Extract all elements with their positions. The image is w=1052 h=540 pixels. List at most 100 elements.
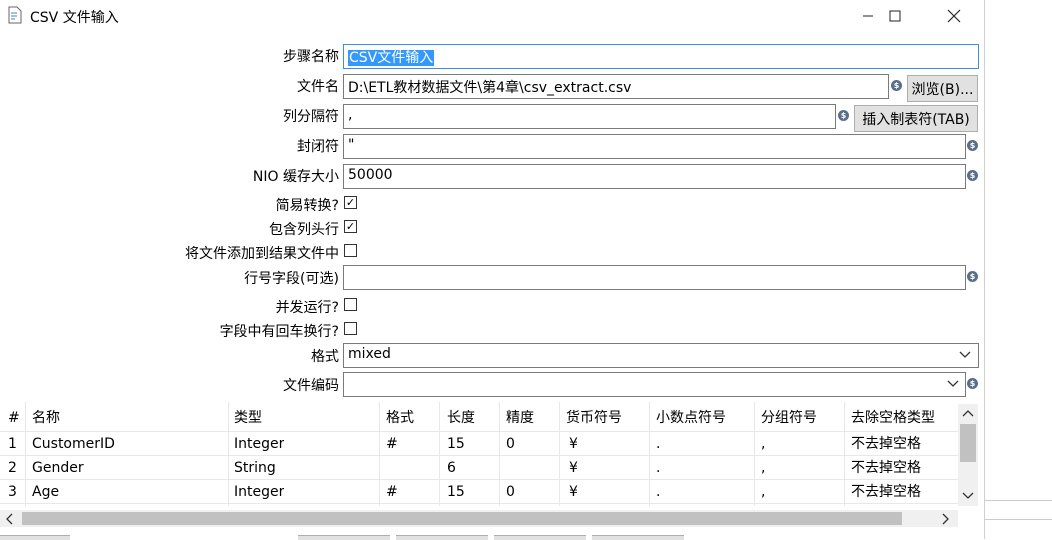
chevron-left-icon[interactable]: [5, 513, 13, 525]
table-cell[interactable]: ¥: [565, 480, 578, 504]
table-cell[interactable]: 15: [443, 432, 465, 456]
maximize-button[interactable]: [872, 0, 918, 32]
document-icon: [8, 6, 22, 24]
title-bar: CSV 文件输入: [0, 0, 985, 32]
table-cell[interactable]: 0: [502, 480, 515, 504]
column-header[interactable]: 类型: [230, 406, 262, 430]
format-select[interactable]: mixed: [343, 343, 979, 368]
chevron-right-icon[interactable]: [942, 513, 950, 525]
parallel-label: 并发运行?: [275, 300, 339, 316]
enclosure-input[interactable]: ": [343, 134, 966, 159]
chevron-down-icon[interactable]: [962, 492, 974, 500]
vertical-scrollbar[interactable]: [958, 404, 978, 506]
variable-icon[interactable]: $: [891, 80, 902, 91]
table-cell[interactable]: .: [652, 432, 660, 456]
filename-label: 文件名: [297, 79, 339, 95]
header-row-checkbox[interactable]: ✓: [344, 220, 357, 233]
chevron-down-icon[interactable]: [959, 350, 971, 360]
table-cell[interactable]: Gender: [28, 456, 84, 480]
footer-button[interactable]: [396, 535, 488, 540]
column-header[interactable]: 去除空格类型: [847, 406, 935, 430]
lazy-conversion-checkbox[interactable]: ✓: [344, 196, 357, 209]
table-cell: 1: [8, 436, 17, 452]
enclosure-label: 封闭符: [297, 139, 339, 155]
window-title: CSV 文件输入: [30, 10, 119, 26]
encoding-select[interactable]: [343, 372, 966, 397]
scrollbar-thumb[interactable]: [960, 424, 976, 462]
table-cell[interactable]: Age: [28, 480, 59, 504]
table-cell[interactable]: 不去掉空格: [847, 480, 921, 504]
window-border: [984, 0, 985, 539]
table-cell[interactable]: 0: [502, 432, 515, 456]
rownum-field-input[interactable]: [343, 265, 966, 290]
footer-button[interactable]: [494, 535, 586, 540]
step-name-input[interactable]: CSV文件输入: [343, 44, 979, 69]
close-icon: [947, 9, 961, 23]
variable-icon[interactable]: $: [967, 140, 978, 151]
table-cell[interactable]: ,: [757, 480, 765, 504]
delimiter-input[interactable]: ,: [343, 104, 836, 129]
footer-button[interactable]: [298, 535, 390, 540]
table-cell[interactable]: String: [230, 456, 276, 480]
variable-icon[interactable]: $: [967, 170, 978, 181]
table-cell[interactable]: [502, 456, 506, 480]
chevron-down-icon[interactable]: [947, 379, 959, 389]
step-name-label: 步骤名称: [283, 49, 339, 65]
column-header[interactable]: 名称: [28, 406, 60, 430]
table-cell[interactable]: ,: [757, 432, 765, 456]
column-header[interactable]: 分组符号: [757, 406, 817, 430]
rownum-field-label: 行号字段(可选): [244, 271, 339, 287]
variable-icon[interactable]: $: [967, 378, 978, 389]
table-cell[interactable]: .: [652, 456, 660, 480]
add-to-result-label: 将文件添加到结果文件中: [185, 246, 339, 262]
footer-button[interactable]: [592, 535, 684, 540]
background-panel: [985, 500, 1052, 520]
filename-input[interactable]: D:\ETL教材数据文件\第4章\csv_extract.csv: [343, 74, 889, 99]
column-header[interactable]: #: [4, 406, 20, 430]
nio-buffer-input[interactable]: 50000: [343, 164, 966, 189]
newline-in-field-checkbox[interactable]: [344, 322, 357, 335]
column-header[interactable]: 长度: [443, 406, 475, 430]
table-cell[interactable]: #: [382, 432, 398, 456]
table-cell[interactable]: [382, 456, 386, 480]
table-cell[interactable]: Integer: [230, 432, 284, 456]
close-button[interactable]: [931, 0, 977, 32]
lazy-conversion-label: 简易转换?: [275, 198, 339, 214]
header-row-label: 包含列头行: [269, 222, 339, 238]
add-to-result-checkbox[interactable]: [344, 244, 357, 257]
table-cell[interactable]: ,: [757, 456, 765, 480]
horizontal-scrollbar[interactable]: [0, 510, 958, 527]
table-cell[interactable]: #: [382, 480, 398, 504]
table-cell[interactable]: CustomerID: [28, 432, 115, 456]
table-cell[interactable]: 不去掉空格: [847, 432, 921, 456]
column-header[interactable]: 格式: [382, 406, 414, 430]
step-name-value: CSV文件输入: [348, 50, 435, 66]
fields-table: # 名称 类型 格式 长度 精度 货币符号 小数点符号 分组符号 去除空格类型 …: [0, 404, 958, 508]
check-icon: ✓: [345, 196, 356, 209]
table-cell: 3: [8, 484, 17, 500]
format-label: 格式: [311, 349, 339, 365]
column-header[interactable]: 精度: [502, 406, 534, 430]
check-icon: ✓: [345, 220, 356, 233]
browse-button[interactable]: 浏览(B)...: [907, 75, 978, 102]
variable-icon[interactable]: $: [838, 110, 849, 121]
table-cell[interactable]: Integer: [230, 480, 284, 504]
scrollbar-thumb[interactable]: [22, 512, 902, 525]
table-cell[interactable]: ¥: [565, 432, 578, 456]
delimiter-label: 列分隔符: [283, 109, 339, 125]
column-header[interactable]: 货币符号: [562, 406, 622, 430]
table-cell[interactable]: .: [652, 480, 660, 504]
footer-button[interactable]: [0, 535, 70, 540]
chevron-up-icon[interactable]: [962, 409, 974, 417]
encoding-label: 文件编码: [283, 378, 339, 394]
table-cell[interactable]: 6: [443, 456, 456, 480]
variable-icon[interactable]: $: [967, 271, 978, 282]
newline-in-field-label: 字段中有回车换行?: [219, 324, 339, 340]
table-cell[interactable]: 15: [443, 480, 465, 504]
parallel-checkbox[interactable]: [344, 298, 357, 311]
insert-tab-button[interactable]: 插入制表符(TAB): [854, 105, 978, 132]
column-header[interactable]: 小数点符号: [652, 406, 726, 430]
table-cell[interactable]: 不去掉空格: [847, 456, 921, 480]
table-cell: 2: [8, 460, 17, 476]
table-cell[interactable]: ¥: [565, 456, 578, 480]
